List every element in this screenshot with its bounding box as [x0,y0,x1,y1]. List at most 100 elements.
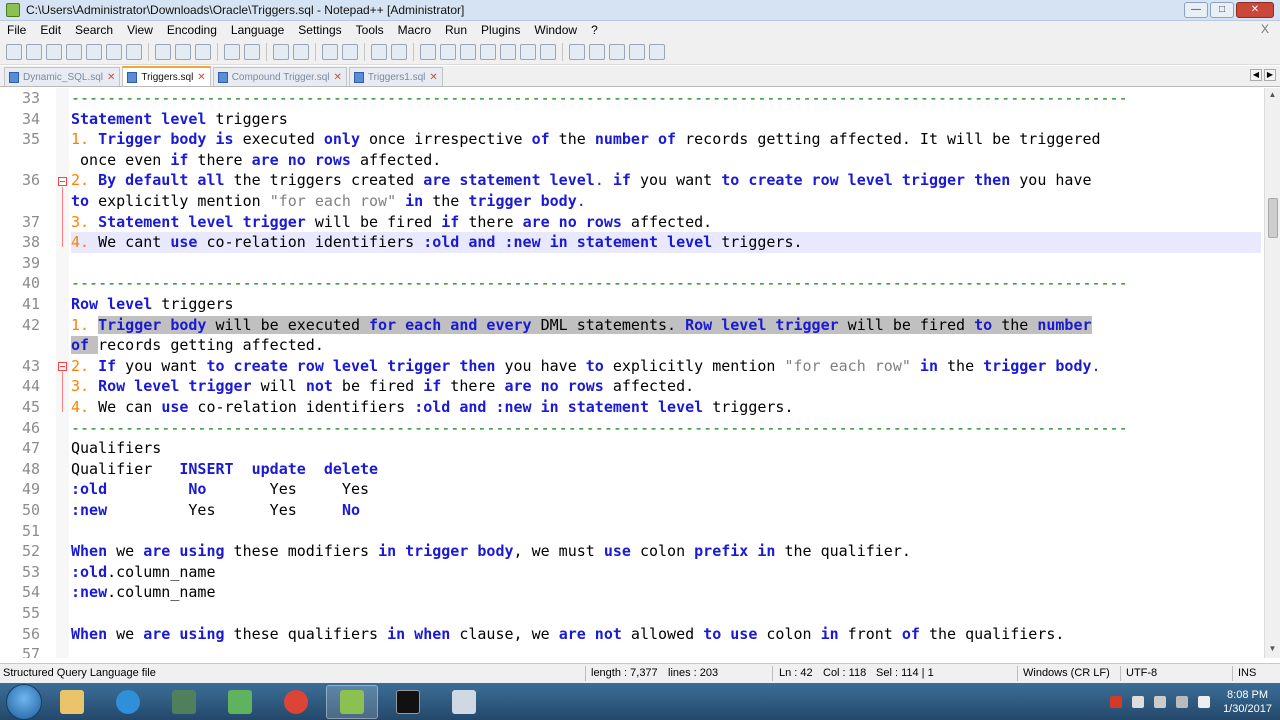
code-token: you want [630,171,722,190]
code-token: prefix in [694,542,776,561]
menu-help[interactable]: ? [584,23,605,37]
save-all-icon[interactable] [66,43,82,60]
fold-collapse-icon[interactable] [58,362,67,371]
fold-collapse-icon[interactable] [58,177,67,186]
menu-plugins[interactable]: Plugins [474,23,527,37]
play-macro-icon[interactable] [609,43,625,60]
sync-vertical-icon[interactable] [371,43,387,60]
code-token: trigger body [468,192,577,210]
code-token: we [107,542,144,561]
paste-icon[interactable] [195,43,211,60]
flag-icon[interactable] [1198,695,1211,708]
code-token: the [937,356,984,375]
tab-triggers[interactable]: Triggers.sql ✕ [122,66,211,86]
sync-horizontal-icon[interactable] [391,43,407,60]
function-list-icon[interactable] [520,43,536,60]
vertical-scrollbar[interactable]: ▲ ▼ [1264,88,1280,658]
monitoring-icon[interactable] [540,43,556,60]
line-number: 34 [21,109,40,128]
network-icon[interactable] [1176,695,1189,708]
scrollbar-thumb[interactable] [1268,198,1278,238]
indent-guide-icon[interactable] [460,43,476,60]
copy-icon[interactable] [175,43,191,60]
volume-icon[interactable] [1154,695,1167,708]
taskbar-app[interactable] [158,685,210,719]
redo-icon[interactable] [244,43,260,60]
user-lang-icon[interactable] [480,43,496,60]
taskbar-notepadpp[interactable] [326,684,378,719]
start-button[interactable] [6,683,42,720]
menu-encoding[interactable]: Encoding [160,23,224,37]
replace-icon[interactable] [293,43,309,60]
maximize-button[interactable]: □ [1210,2,1234,18]
taskbar-chrome[interactable] [270,685,322,719]
scroll-down-icon[interactable]: ▼ [1267,644,1278,656]
pdf-icon[interactable] [1110,695,1123,708]
new-file-icon[interactable] [6,43,22,60]
code-line-53: :old.column_name [71,562,216,583]
tab-triggers1[interactable]: Triggers1.sql ✕ [348,67,443,86]
menu-tools[interactable]: Tools [349,23,391,37]
line-number: 40 [21,274,40,293]
show-all-chars-icon[interactable] [440,43,456,60]
tab-compound-trigger[interactable]: Compound Trigger.sql ✕ [212,67,347,86]
line-number: 48 [21,459,40,478]
cut-icon[interactable] [155,43,171,60]
close-all-icon[interactable] [106,43,122,60]
scroll-up-icon[interactable]: ▲ [1267,90,1278,102]
taskbar-cmd[interactable] [382,685,434,719]
menu-edit[interactable]: Edit [33,23,68,37]
line-number: 53 [21,562,40,581]
tab-close-icon[interactable]: ✕ [429,72,437,83]
minimize-button[interactable]: — [1184,2,1208,18]
taskbar-ie[interactable] [102,685,154,719]
save-icon[interactable] [46,43,62,60]
close-document-button[interactable]: X [1254,22,1276,36]
tab-close-icon[interactable]: ✕ [197,72,205,83]
notepadpp-app-icon [6,3,20,17]
taskbar-media[interactable] [214,685,266,719]
menu-view[interactable]: View [120,23,160,37]
menu-window[interactable]: Window [527,23,584,37]
close-file-icon[interactable] [86,43,102,60]
code-token: :old and :new in statement level [423,233,713,252]
close-button[interactable]: ✕ [1236,2,1274,18]
tab-scroll-right-icon[interactable]: ▶ [1264,69,1276,81]
menu-file[interactable]: File [0,23,33,37]
tab-dynamic-sql[interactable]: Dynamic_SQL.sql ✕ [4,67,121,86]
taskbar-explorer[interactable] [46,685,98,719]
menu-settings[interactable]: Settings [291,23,348,37]
menu-language[interactable]: Language [224,23,291,37]
find-icon[interactable] [273,43,289,60]
code-token: in trigger body [378,542,514,561]
zoom-in-icon[interactable] [322,43,338,60]
menu-search[interactable]: Search [68,23,120,37]
doc-map-icon[interactable] [500,43,516,60]
tab-close-icon[interactable]: ✕ [334,72,342,83]
code-editor[interactable]: 33 34 35 36 37 38 39 40 41 42 43 44 45 4… [0,88,1264,658]
code-token: you have [495,356,586,375]
run-macro-multiple-icon[interactable] [629,43,645,60]
word-wrap-icon[interactable] [420,43,436,60]
usb-icon[interactable] [1132,695,1145,708]
toolbar-separator [413,42,414,61]
code-token: the [992,315,1038,334]
stop-macro-icon[interactable] [589,43,605,60]
record-macro-icon[interactable] [569,43,585,60]
zoom-out-icon[interactable] [342,43,358,60]
menu-run[interactable]: Run [438,23,474,37]
status-encoding: UTF-8 [1126,667,1158,679]
code-token: once even [71,150,171,169]
clock[interactable]: 8:08 PM 1/30/2017 [1223,688,1272,716]
undo-icon[interactable] [224,43,240,60]
save-macro-icon[interactable] [649,43,665,60]
tab-scroll-left-icon[interactable]: ◀ [1250,69,1262,81]
code-line-42-wrap: of records getting affected. [71,335,324,356]
code-token: 3. [71,212,99,231]
code-token: Trigger body [98,315,207,334]
open-file-icon[interactable] [26,43,42,60]
print-icon[interactable] [126,43,142,60]
tab-close-icon[interactable]: ✕ [107,72,115,83]
menu-macro[interactable]: Macro [391,23,438,37]
taskbar-window[interactable] [438,685,490,719]
